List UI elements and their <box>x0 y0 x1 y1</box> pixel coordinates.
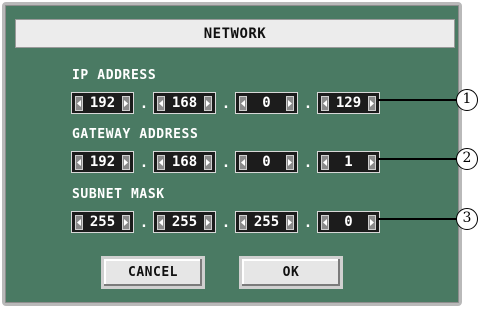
left-arrow-icon[interactable] <box>75 95 83 111</box>
ip-octet-1[interactable]: 192 <box>71 92 134 114</box>
subnet-octet-2[interactable]: 255 <box>153 211 216 233</box>
callout-line-3 <box>378 218 458 220</box>
left-arrow-icon[interactable] <box>75 154 83 170</box>
callout-number-1: 1 <box>456 89 478 111</box>
right-arrow-icon[interactable] <box>122 154 130 170</box>
subnet-octet-4[interactable]: 0 <box>317 211 380 233</box>
right-arrow-icon[interactable] <box>204 154 212 170</box>
ip-octet-4-value: 129 <box>335 95 362 111</box>
ip-octet-1-value: 192 <box>89 95 116 111</box>
subnet-octet-1[interactable]: 255 <box>71 211 134 233</box>
cancel-button[interactable]: CANCEL <box>101 256 205 289</box>
left-arrow-icon[interactable] <box>239 214 247 230</box>
ip-separator-3: . <box>303 96 313 112</box>
ok-button[interactable]: OK <box>239 256 343 289</box>
subnet-separator-2: . <box>221 215 231 231</box>
right-arrow-icon[interactable] <box>204 214 212 230</box>
ip-separator-1: . <box>139 96 149 112</box>
left-arrow-icon[interactable] <box>321 95 329 111</box>
right-arrow-icon[interactable] <box>368 95 376 111</box>
callout-number-3: 3 <box>456 208 478 230</box>
gateway-address-label: GATEWAY ADDRESS <box>72 127 199 142</box>
ip-address-field: 192 . 168 . 0 . 129 <box>71 92 393 114</box>
ip-octet-3[interactable]: 0 <box>235 92 298 114</box>
right-arrow-icon[interactable] <box>286 214 294 230</box>
right-arrow-icon[interactable] <box>122 95 130 111</box>
gateway-octet-1[interactable]: 192 <box>71 151 134 173</box>
right-arrow-icon[interactable] <box>204 95 212 111</box>
ip-octet-3-value: 0 <box>262 95 271 111</box>
subnet-octet-2-value: 255 <box>171 214 198 230</box>
gateway-address-field: 192 . 168 . 0 . 1 <box>71 151 393 173</box>
gateway-octet-3-value: 0 <box>262 154 271 170</box>
gateway-octet-2[interactable]: 168 <box>153 151 216 173</box>
left-arrow-icon[interactable] <box>239 154 247 170</box>
left-arrow-icon[interactable] <box>321 154 329 170</box>
gateway-octet-2-value: 168 <box>171 154 198 170</box>
gateway-separator-1: . <box>139 155 149 171</box>
subnet-octet-3-value: 255 <box>253 214 280 230</box>
left-arrow-icon[interactable] <box>157 95 165 111</box>
gateway-separator-3: . <box>303 155 313 171</box>
gateway-octet-4[interactable]: 1 <box>317 151 380 173</box>
subnet-mask-label: SUBNET MASK <box>72 187 165 202</box>
ip-separator-2: . <box>221 96 231 112</box>
subnet-mask-field: 255 . 255 . 255 . 0 <box>71 211 393 233</box>
subnet-separator-3: . <box>303 215 313 231</box>
callout-line-1 <box>378 99 458 101</box>
right-arrow-icon[interactable] <box>368 214 376 230</box>
network-dialog: NETWORK IP ADDRESS 192 . 168 . 0 . 129 G… <box>2 2 462 306</box>
ip-octet-4[interactable]: 129 <box>317 92 380 114</box>
subnet-separator-1: . <box>139 215 149 231</box>
subnet-octet-4-value: 0 <box>344 214 353 230</box>
left-arrow-icon[interactable] <box>75 214 83 230</box>
callout-line-2 <box>378 158 458 160</box>
ip-address-label: IP ADDRESS <box>72 68 157 83</box>
right-arrow-icon[interactable] <box>286 95 294 111</box>
left-arrow-icon[interactable] <box>239 95 247 111</box>
left-arrow-icon[interactable] <box>321 214 329 230</box>
subnet-octet-3[interactable]: 255 <box>235 211 298 233</box>
ip-octet-2-value: 168 <box>171 95 198 111</box>
gateway-octet-4-value: 1 <box>344 154 353 170</box>
right-arrow-icon[interactable] <box>368 154 376 170</box>
subnet-octet-1-value: 255 <box>89 214 116 230</box>
right-arrow-icon[interactable] <box>122 214 130 230</box>
right-arrow-icon[interactable] <box>286 154 294 170</box>
gateway-octet-1-value: 192 <box>89 154 116 170</box>
gateway-separator-2: . <box>221 155 231 171</box>
callout-number-2: 2 <box>456 148 478 170</box>
gateway-octet-3[interactable]: 0 <box>235 151 298 173</box>
left-arrow-icon[interactable] <box>157 154 165 170</box>
ip-octet-2[interactable]: 168 <box>153 92 216 114</box>
dialog-title: NETWORK <box>15 19 455 48</box>
left-arrow-icon[interactable] <box>157 214 165 230</box>
